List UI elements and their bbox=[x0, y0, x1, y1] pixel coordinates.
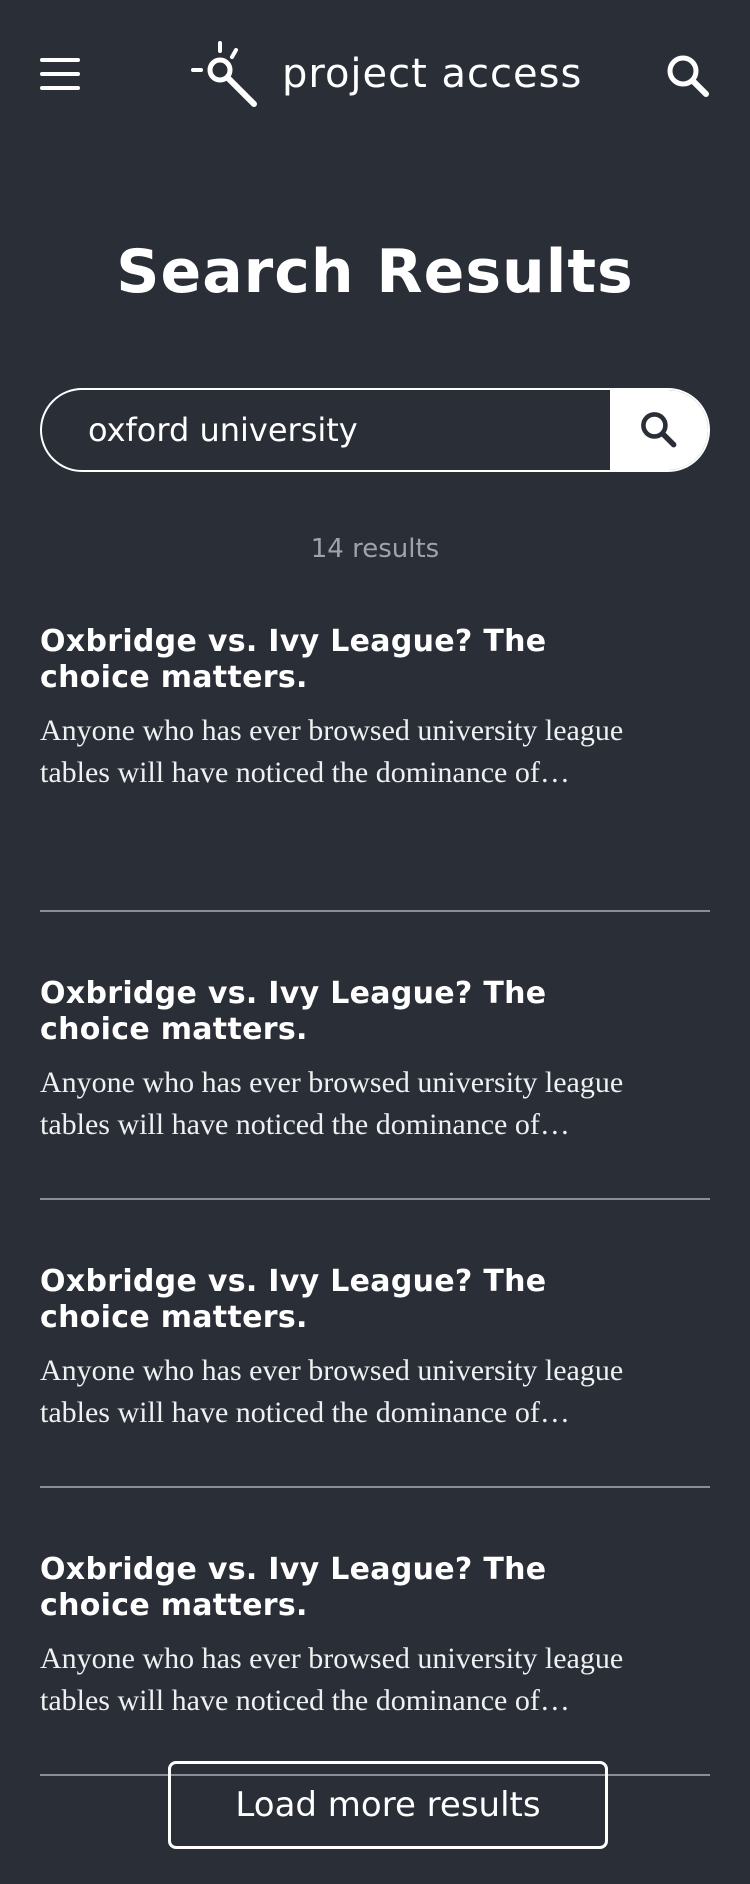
logo-text: project access bbox=[282, 51, 583, 97]
search-submit-button[interactable] bbox=[610, 390, 708, 470]
search-form bbox=[40, 388, 710, 472]
site-logo[interactable]: project access bbox=[188, 38, 582, 110]
site-header: project access bbox=[0, 0, 750, 150]
result-title[interactable]: Oxbridge vs. Ivy League? The choice matt… bbox=[40, 1264, 640, 1336]
result-excerpt: Anyone who has ever browsed university l… bbox=[40, 714, 624, 789]
search-input[interactable] bbox=[42, 390, 610, 470]
result-title[interactable]: Oxbridge vs. Ivy League? The choice matt… bbox=[40, 624, 640, 696]
result-item[interactable]: Oxbridge vs. Ivy League? The choice matt… bbox=[40, 624, 710, 912]
result-excerpt: Anyone who has ever browsed university l… bbox=[40, 1066, 624, 1141]
search-icon[interactable] bbox=[664, 52, 712, 100]
load-more-button[interactable]: Load more results bbox=[168, 1761, 608, 1849]
results-list: Oxbridge vs. Ivy League? The choice matt… bbox=[40, 624, 710, 1776]
search-icon bbox=[641, 412, 677, 448]
result-title[interactable]: Oxbridge vs. Ivy League? The choice matt… bbox=[40, 1552, 640, 1624]
page-title: Search Results bbox=[116, 237, 634, 307]
result-excerpt: Anyone who has ever browsed university l… bbox=[40, 1642, 624, 1717]
result-item[interactable]: Oxbridge vs. Ivy League? The choice matt… bbox=[40, 912, 710, 1200]
result-excerpt: Anyone who has ever browsed university l… bbox=[40, 1354, 624, 1429]
results-count: 14 results bbox=[310, 534, 440, 564]
project-access-logo-icon bbox=[191, 41, 257, 107]
hamburger-menu-icon[interactable] bbox=[40, 56, 82, 92]
result-item[interactable]: Oxbridge vs. Ivy League? The choice matt… bbox=[40, 1488, 710, 1776]
result-item[interactable]: Oxbridge vs. Ivy League? The choice matt… bbox=[40, 1200, 710, 1488]
result-title[interactable]: Oxbridge vs. Ivy League? The choice matt… bbox=[40, 976, 640, 1048]
